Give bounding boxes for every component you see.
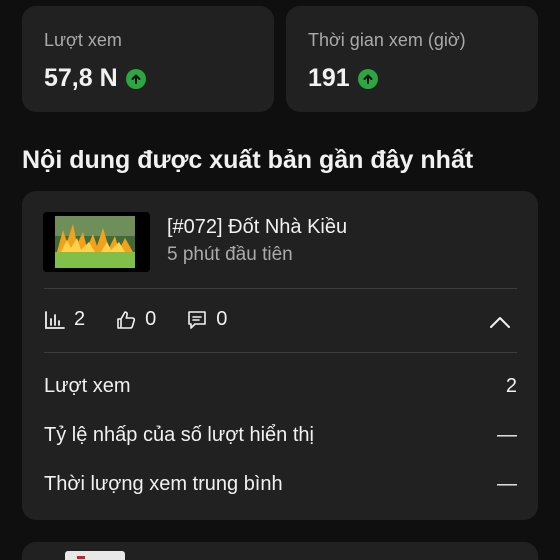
video-title[interactable]: [#072] Đốt Nhà Kiều — [167, 216, 347, 239]
arrow-up-icon — [125, 68, 146, 89]
detail-row-views: Lượt xem 2 — [44, 375, 517, 398]
detail-label: Tỷ lệ nhấp của số lượt hiển thị — [44, 424, 314, 446]
views-stat-value: 57,8 N — [44, 64, 118, 92]
collapse-button[interactable] — [488, 310, 512, 334]
comment-icon — [188, 310, 207, 329]
watch-time-stat-value: 191 — [308, 64, 350, 92]
video-period: 5 phút đầu tiên — [167, 244, 293, 265]
latest-content-card: [#072] Đốt Nhà Kiều 5 phút đầu tiên 2 0 — [22, 191, 538, 520]
watch-time-stat-card[interactable]: Thời gian xem (giờ) 191 — [286, 6, 538, 112]
watch-time-stat-label: Thời gian xem (giờ) — [308, 30, 466, 50]
comments-metric: 0 — [186, 308, 227, 331]
bar-chart-icon — [45, 310, 65, 329]
views-metric: 2 — [44, 308, 85, 331]
comments-count: 0 — [216, 308, 228, 330]
chevron-up-icon — [490, 317, 510, 328]
video-thumbnail[interactable] — [43, 212, 150, 272]
detail-row-avg-view-duration: Thời lượng xem trung bình — — [44, 473, 517, 496]
detail-value: — — [497, 473, 517, 495]
divider — [44, 288, 517, 289]
detail-label: Thời lượng xem trung bình — [44, 473, 283, 495]
views-stat-label: Lượt xem — [44, 30, 122, 50]
analytics-page: Lượt xem 57,8 N Thời gian xem (giờ) 191 … — [0, 0, 560, 560]
section-title: Nội dung được xuất bản gần đây nhất — [22, 146, 474, 174]
detail-value: 2 — [505, 375, 517, 397]
detail-label: Lượt xem — [44, 375, 131, 397]
views-stat-card[interactable]: Lượt xem 57,8 N — [22, 6, 274, 112]
arrow-up-icon — [357, 68, 378, 89]
metrics-row: 2 0 0 — [44, 308, 257, 331]
views-count: 2 — [74, 308, 86, 330]
likes-metric: 0 — [115, 308, 156, 331]
next-content-card[interactable] — [22, 542, 538, 560]
likes-count: 0 — [145, 308, 157, 330]
detail-value: — — [497, 424, 517, 446]
thumbs-up-icon — [117, 310, 136, 329]
divider — [44, 352, 517, 353]
next-video-thumbnail[interactable] — [65, 551, 125, 560]
detail-row-ctr: Tỷ lệ nhấp của số lượt hiển thị — — [44, 424, 517, 447]
